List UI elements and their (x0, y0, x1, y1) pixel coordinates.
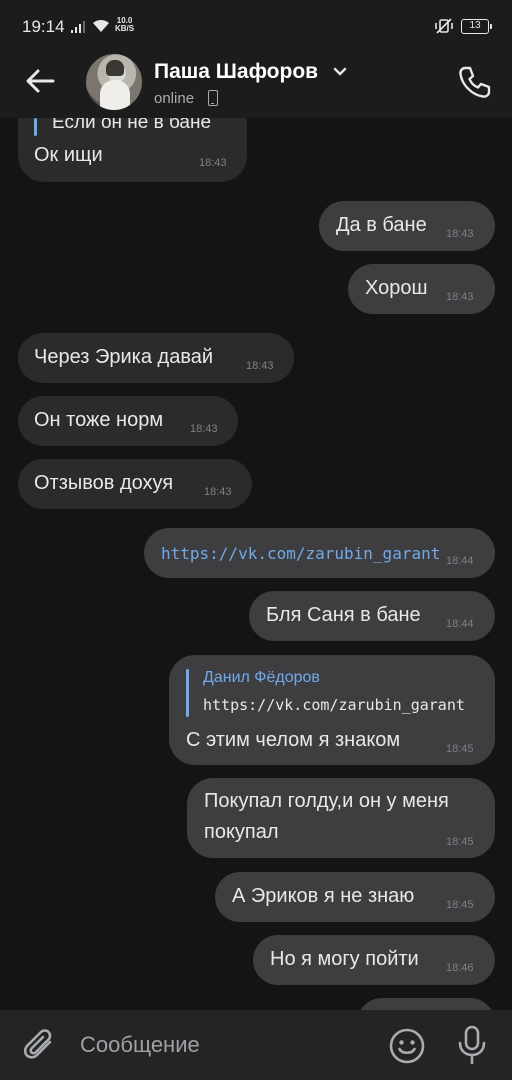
wifi-icon (93, 19, 109, 32)
contact-status: online (154, 90, 195, 107)
message-time: 18:43 (246, 360, 274, 372)
quote-bar (34, 118, 37, 136)
message-time: 18:44 (446, 555, 474, 567)
message-composer (0, 1010, 512, 1080)
paperclip-icon (23, 1029, 52, 1059)
message-bubble-outgoing[interactable]: Покупал голду,и он у меня покупал 18:45 (187, 778, 495, 858)
message-bubble-outgoing[interactable]: Данил Фёдоров https://vk.com/zarubin_gar… (169, 655, 495, 765)
mobile-device-icon (208, 90, 218, 106)
emoji-button[interactable] (388, 1027, 426, 1065)
message-time: 18:45 (446, 899, 474, 911)
message-text: Бля Саня в бане (266, 604, 421, 626)
smile-icon (389, 1028, 425, 1064)
reply-bar (186, 669, 189, 717)
message-text: Да в бане (336, 214, 427, 236)
vibrate-mute-icon (435, 18, 453, 34)
message-text: Он тоже норм (34, 409, 164, 431)
status-time: 19:14 (22, 17, 65, 36)
message-text-line-2: покупал (204, 821, 279, 843)
message-bubble-outgoing[interactable]: Бля Саня в бане 18:44 (249, 591, 495, 641)
message-link[interactable]: https://vk.com/zarubin_garant (161, 544, 440, 563)
message-text: А Эриков я не знаю (232, 885, 415, 907)
message-bubble-incoming[interactable]: Через Эрика давай 18:43 (18, 333, 294, 383)
arrow-left-icon (26, 69, 55, 93)
message-bubble-incoming[interactable]: Если он не в бане Ок ищи 18:43 (18, 118, 247, 182)
message-time: 18:43 (190, 423, 218, 435)
message-bubble-outgoing[interactable]: А Эриков я не знаю 18:45 (215, 872, 495, 922)
message-bubble-incoming[interactable]: Отзывов дохуя 18:43 (18, 459, 252, 509)
message-time: 18:43 (446, 228, 474, 240)
message-text-line-1: Покупал голду,и он у меня (204, 790, 449, 812)
reply-text: https://vk.com/zarubin_garant (203, 696, 465, 714)
attach-button[interactable] (20, 1026, 60, 1066)
contact-name[interactable]: Паша Шафоров (154, 60, 318, 84)
message-text: С этим челом я знаком (186, 729, 401, 751)
chat-header: Паша Шафоров online (0, 52, 512, 118)
message-text: Ок ищи (34, 144, 103, 166)
message-list[interactable]: Если он не в бане Ок ищи 18:43 Да в бане… (0, 118, 512, 1010)
reply-author[interactable]: Данил Фёдоров (203, 669, 320, 687)
message-time: 18:43 (199, 157, 227, 169)
message-text: Хорош (365, 277, 428, 299)
message-bubble-outgoing[interactable] (357, 998, 495, 1010)
network-speed: 10.0 KB/S (115, 17, 134, 33)
battery-icon: 13 (461, 19, 492, 34)
message-text: Но я могу пойти (270, 948, 419, 970)
call-button[interactable] (454, 62, 494, 102)
avatar[interactable] (86, 54, 142, 110)
back-button[interactable] (22, 66, 58, 96)
message-time: 18:43 (204, 486, 232, 498)
quoted-text: Если он не в бане (52, 118, 212, 133)
message-text: Через Эрика давай (34, 346, 214, 368)
microphone-icon (458, 1025, 486, 1065)
message-text: Отзывов дохуя (34, 472, 174, 494)
voice-message-button[interactable] (452, 1024, 492, 1066)
status-bar: 19:14 10.0 KB/S 13 (0, 0, 512, 52)
message-bubble-incoming[interactable]: Он тоже норм 18:43 (18, 396, 238, 446)
network-speed-unit: KB/S (115, 24, 135, 33)
message-time: 18:45 (446, 836, 474, 848)
chevron-down-icon[interactable] (332, 66, 348, 78)
message-time: 18:45 (446, 743, 474, 755)
message-input[interactable] (80, 1026, 370, 1064)
message-time: 18:46 (446, 962, 474, 974)
message-bubble-outgoing[interactable]: Да в бане 18:43 (319, 201, 495, 251)
message-bubble-outgoing[interactable]: https://vk.com/zarubin_garant 18:44 (144, 528, 495, 578)
message-time: 18:44 (446, 618, 474, 630)
message-time: 18:43 (446, 291, 474, 303)
message-bubble-outgoing[interactable]: Но я могу пойти 18:46 (253, 935, 495, 985)
message-bubble-outgoing[interactable]: Хорош 18:43 (348, 264, 495, 314)
phone-icon (459, 66, 491, 98)
signal-icon (71, 21, 85, 33)
